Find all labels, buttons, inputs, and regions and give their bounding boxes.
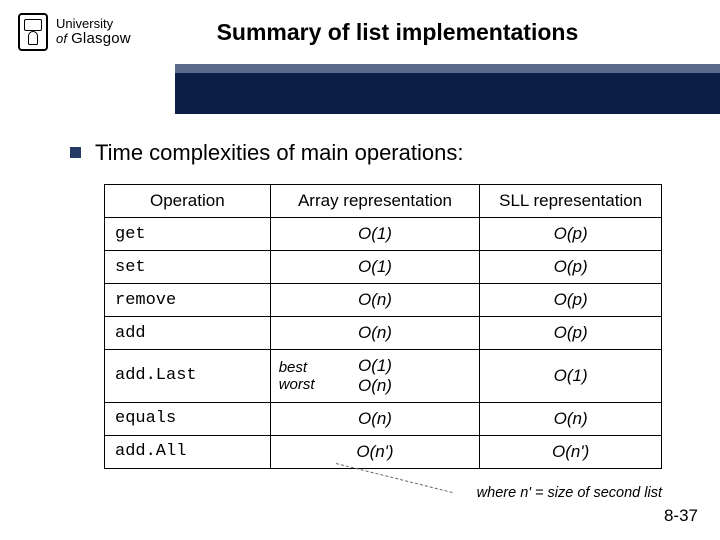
cell-sll: O(p) [480,218,662,251]
slide-header: University of Glasgow Summary of list im… [0,0,720,64]
cell-sll: O(n') [480,435,662,468]
title-band [0,64,720,114]
slide: University of Glasgow Summary of list im… [0,0,720,540]
bullet-item: Time complexities of main operations: [70,140,670,166]
cell-arr-bestworst: best worst O(1) O(n) [270,350,480,403]
cell-op: get [105,218,271,251]
table-row: add.All O(n') O(n') [105,435,662,468]
cell-op: remove [105,284,271,317]
cell-sll: O(n) [480,402,662,435]
logo-line2: of Glasgow [56,31,131,47]
footnote-text: where n' = size of second list [477,485,662,501]
table-row: get O(1) O(p) [105,218,662,251]
complexity-table-wrap: Operation Array representation SLL repre… [104,184,662,469]
cell-sll: O(p) [480,251,662,284]
complexity-table: Operation Array representation SLL repre… [104,184,662,469]
slide-body: Time complexities of main operations: Op… [0,114,720,507]
cell-arr: O(n) [270,284,480,317]
cell-sll: O(1) [480,350,662,403]
header-array: Array representation [270,185,480,218]
table-row: equals O(n) O(n) [105,402,662,435]
cell-arr: O(n) [270,402,480,435]
table-row: remove O(n) O(p) [105,284,662,317]
header-operation: Operation [105,185,271,218]
header-sll: SLL representation [480,185,662,218]
bullet-text: Time complexities of main operations: [95,140,463,166]
footnote-wrap: where n' = size of second list [104,477,662,507]
logo-line1: University [56,17,131,31]
slide-title: Summary of list implementations [131,19,704,46]
cell-op: add.All [105,435,271,468]
cell-arr: O(n) [270,317,480,350]
cell-op: add.Last [105,350,271,403]
cell-op: set [105,251,271,284]
bullet-square-icon [70,147,81,158]
table-header-row: Operation Array representation SLL repre… [105,185,662,218]
table-row: set O(1) O(p) [105,251,662,284]
cell-sll: O(p) [480,317,662,350]
logo-text: University of Glasgow [56,17,131,46]
best-worst-values: O(1) O(n) [358,356,392,395]
table-row: add O(n) O(p) [105,317,662,350]
cell-arr: O(1) [270,251,480,284]
cell-op: equals [105,402,271,435]
logo-crest-icon [18,13,48,51]
best-worst-label: best worst [279,359,315,394]
cell-arr: O(1) [270,218,480,251]
page-number: 8-37 [664,506,698,526]
cell-sll: O(p) [480,284,662,317]
university-logo: University of Glasgow [18,13,131,51]
table-row: add.Last best worst O(1) O(n) O(1) [105,350,662,403]
band-cutout [0,64,175,123]
cell-arr: O(n') [270,435,480,468]
cell-op: add [105,317,271,350]
